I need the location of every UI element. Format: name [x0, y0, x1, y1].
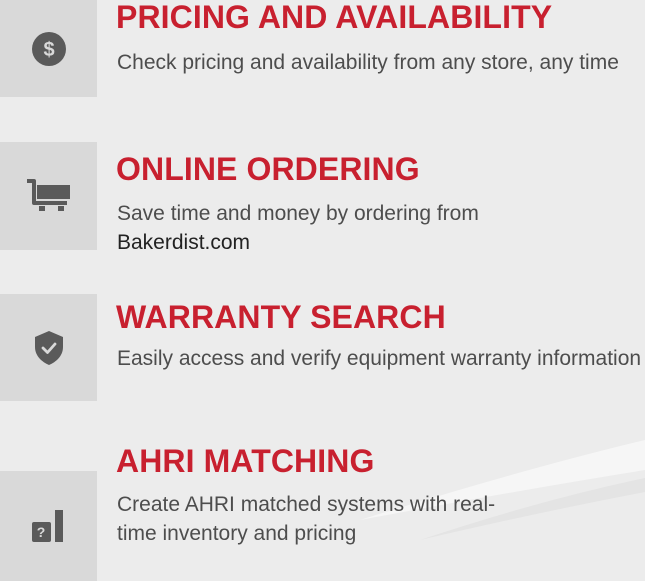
icon-tile-ordering — [0, 142, 97, 250]
icon-tile-ahri: ? — [0, 471, 97, 581]
shield-check-icon — [34, 330, 64, 366]
icon-tile-pricing: $ — [0, 0, 97, 97]
feature-title-warranty: WARRANTY SEARCH — [116, 299, 446, 335]
svg-text:$: $ — [43, 39, 54, 61]
feature-title-ordering: ONLINE ORDERING — [116, 151, 420, 187]
question-chart-icon: ? — [31, 510, 66, 542]
feature-desc-ahri: Create AHRI matched systems with real-ti… — [117, 493, 496, 545]
feature-desc-pricing: Check pricing and availability from any … — [117, 51, 619, 74]
feature-title-ahri: AHRI MATCHING — [116, 443, 375, 479]
question-mark-glyph: ? — [36, 524, 46, 540]
cart-icon — [25, 176, 73, 216]
dollar-icon: $ — [31, 31, 66, 66]
icon-tile-warranty — [0, 294, 97, 401]
feature-title-pricing: PRICING AND AVAILABILITY — [116, 0, 553, 35]
bakerdist-link[interactable]: Bakerdist.com — [117, 231, 250, 254]
feature-desc-warranty: Easily access and verify equipment warra… — [117, 347, 642, 370]
feature-desc-ordering: Save time and money by ordering from Bak… — [117, 199, 645, 257]
feature-desc-ordering-text: Save time and money by ordering from — [117, 202, 479, 225]
